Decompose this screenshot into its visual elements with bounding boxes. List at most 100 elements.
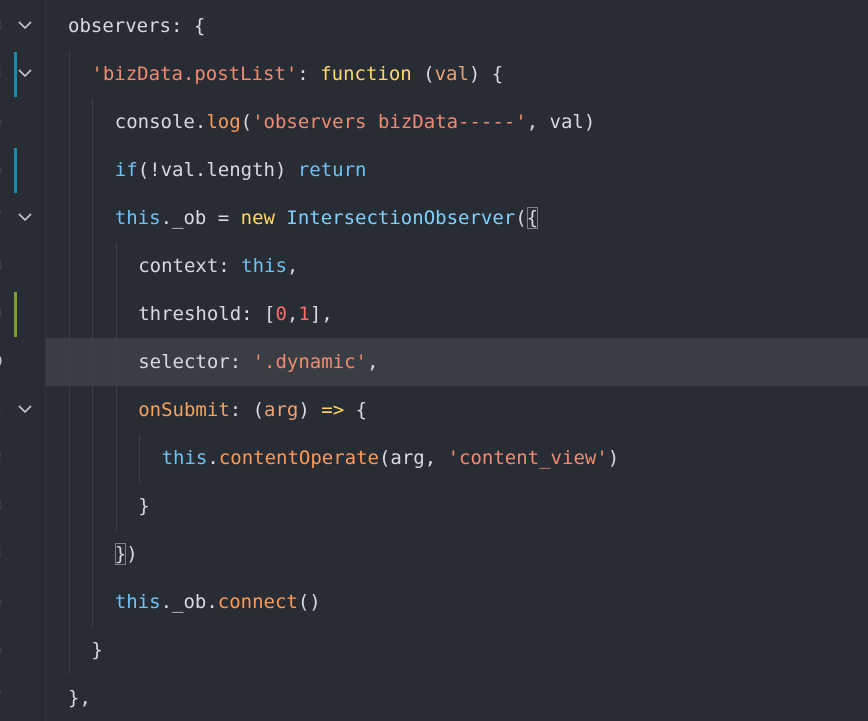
code-line[interactable]: onSubmit: (arg) => { [46, 386, 868, 434]
change-marker[interactable] [14, 292, 17, 337]
code-line[interactable]: this._ob = new IntersectionObserver({ [46, 194, 868, 242]
code-token: ) [298, 399, 322, 421]
indent-guide [69, 242, 70, 290]
indent-guide [69, 98, 70, 146]
matched-bracket: { [526, 207, 539, 229]
code-token: ( [240, 111, 253, 133]
line-number: 3 [0, 494, 8, 518]
code-text: if(!val.length) return [115, 146, 367, 194]
current-code-line[interactable]: selector: '.dynamic', [46, 338, 868, 386]
gutter-row: 6 [0, 146, 46, 194]
code-line[interactable]: console.log('observers bizData-----', va… [46, 98, 868, 146]
indent-guide [92, 242, 94, 290]
chevron-down-icon[interactable] [16, 64, 34, 82]
code-token: ._ob. [160, 591, 218, 613]
indent-guide [115, 242, 117, 290]
code-token: : [170, 15, 194, 37]
line-number: 4 [0, 62, 8, 86]
code-token: ) [607, 447, 620, 469]
gutter-row: 4 [0, 50, 46, 98]
gutter-row: 8 [0, 242, 46, 290]
code-editor[interactable]: 345678901234567 observers: {'bizData.pos… [0, 0, 868, 721]
code-text: } [91, 626, 102, 674]
line-number: 7 [0, 686, 8, 710]
code-token: , [286, 255, 299, 277]
code-token: (arg, [378, 447, 448, 469]
code-token: 'bizData.postList' [91, 63, 298, 85]
gutter-row: 1 [0, 386, 46, 434]
code-line[interactable]: if(!val.length) return [46, 146, 868, 194]
code-token: ( [515, 207, 527, 229]
gutter-row: 3 [0, 482, 46, 530]
indent-guide [69, 194, 70, 242]
chevron-down-icon[interactable] [16, 16, 34, 34]
code-text: }) [114, 530, 138, 578]
code-token: log [206, 111, 241, 133]
code-token: function [320, 63, 412, 85]
gutter-row: 2 [0, 434, 46, 482]
code-text: console.log('observers bizData-----', va… [115, 98, 596, 146]
change-marker[interactable] [14, 148, 17, 193]
code-token: threshold [138, 303, 242, 325]
editor-gutter: 3 4 5 6 7 8 9 0 1 2 3 4 5 6 7 [0, 0, 46, 721]
code-line[interactable]: } [46, 482, 868, 530]
code-token: console [114, 111, 195, 133]
line-number: 5 [0, 110, 8, 134]
code-line[interactable]: }, [46, 674, 868, 721]
indent-guide [115, 482, 117, 530]
indent-guide [92, 98, 94, 146]
code-token: , [366, 351, 379, 373]
code-token: : [297, 63, 321, 85]
code-text: selector: '.dynamic', [138, 338, 378, 386]
code-text: } [138, 482, 149, 530]
code-token: selector [138, 351, 230, 373]
code-line[interactable]: this._ob.connect() [46, 578, 868, 626]
indent-guide [115, 386, 117, 434]
indent-guide [92, 482, 94, 530]
code-text: }, [68, 674, 91, 721]
code-line[interactable]: } [46, 626, 868, 674]
code-area[interactable]: observers: {'bizData.postList': function… [46, 0, 868, 721]
indent-guide [92, 386, 94, 434]
code-token: context [138, 255, 219, 277]
line-number: 2 [0, 446, 8, 470]
gutter-row: 4 [0, 530, 46, 578]
code-token: { [344, 399, 368, 421]
indent-guide [115, 338, 117, 386]
code-token: } [91, 639, 103, 661]
code-token: connect [217, 591, 298, 613]
code-line[interactable]: threshold: [0,1], [46, 290, 868, 338]
code-text: this._ob.connect() [115, 578, 321, 626]
code-token: 'observers bizData-----' [252, 111, 527, 133]
gutter-row: 6 [0, 626, 46, 674]
code-token: 'content_view' [447, 447, 608, 469]
line-number: 6 [0, 638, 8, 662]
gutter-row: 7 [0, 674, 46, 721]
chevron-down-icon[interactable] [16, 400, 34, 418]
indent-guide [69, 386, 70, 434]
line-number: 5 [0, 590, 8, 614]
line-number: 8 [0, 254, 8, 278]
code-line[interactable]: context: this, [46, 242, 868, 290]
indent-guide [69, 482, 70, 530]
indent-guide [115, 434, 117, 482]
code-line[interactable]: this.contentOperate(arg, 'content_view') [46, 434, 868, 482]
code-token: IntersectionObserver [286, 207, 516, 229]
code-token: this [161, 447, 208, 469]
code-token: => [321, 399, 345, 421]
code-token: val [434, 63, 469, 85]
gutter-row: 5 [0, 98, 46, 146]
chevron-down-icon[interactable] [16, 208, 34, 226]
code-token: if [114, 159, 138, 181]
code-line[interactable]: 'bizData.postList': function (val) { [46, 50, 868, 98]
line-number: 3 [0, 14, 8, 38]
code-token: 0 [275, 303, 287, 325]
code-line[interactable]: observers: { [46, 2, 868, 50]
code-text: onSubmit: (arg) => { [138, 386, 367, 434]
indent-guide [69, 50, 70, 98]
code-line[interactable]: }) [46, 530, 868, 578]
line-number: 6 [0, 158, 8, 182]
line-number: 1 [0, 398, 8, 422]
indent-guide [139, 434, 141, 482]
